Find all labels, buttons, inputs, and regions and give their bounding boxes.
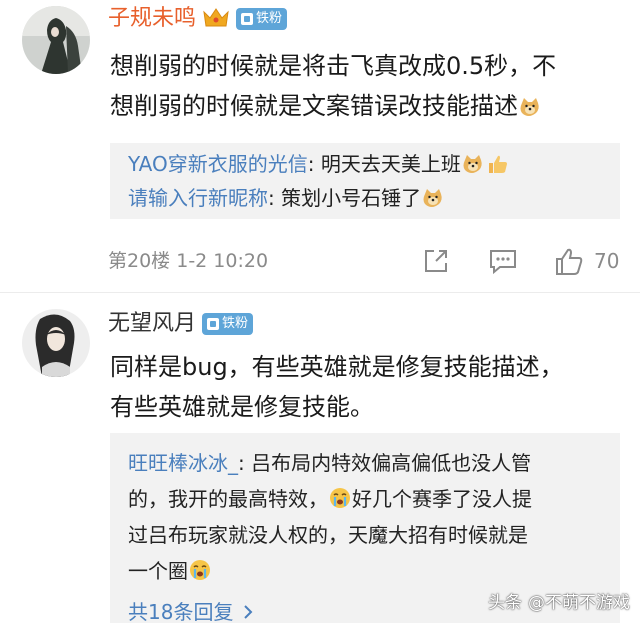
crying-emoji-icon — [329, 484, 351, 508]
reply-separator: : — [268, 186, 282, 210]
reply-username[interactable]: 旺旺棒冰冰_ — [128, 451, 238, 475]
comment-text: 想削弱的时候就是将击飞真改成0.5秒，不 想削弱的时候就是文案错误改技能描述 — [110, 46, 620, 126]
fan-badge-label: 铁粉 — [256, 11, 283, 26]
avatar[interactable] — [22, 309, 90, 377]
reply-text: 过吕布玩家就没人权的，天魔大招有时候就是 — [128, 523, 528, 547]
reply-text: 的，我开的最高特效， — [128, 487, 328, 511]
crying-emoji-icon — [189, 556, 211, 580]
watermark-source: 头条 — [488, 593, 522, 613]
thumbs-up-emoji-icon — [486, 150, 508, 173]
fan-badge-label: 铁粉 — [222, 316, 249, 331]
reply-button[interactable] — [488, 247, 518, 279]
more-replies-label: 共18条回复 — [128, 600, 234, 623]
comment-icon — [490, 250, 516, 275]
reply-text: 吕布局内特效偏高偏低也没人管 — [251, 451, 532, 475]
comment-text-line: 有些英雄就是修复技能。 — [110, 393, 374, 421]
fan-badge: 铁粉 — [202, 313, 254, 335]
comment-text: 同样是bug，有些英雄就是修复技能描述， 有些英雄就是修复技能。 — [110, 347, 620, 427]
comment-text-line: 同样是bug，有些英雄就是修复技能描述， — [110, 353, 564, 381]
like-count: 70 — [594, 249, 620, 273]
reply-text: 好几个赛季了没人提 — [352, 487, 532, 511]
doge-emoji-icon — [519, 89, 541, 116]
doge-emoji-icon — [422, 184, 444, 207]
like-button[interactable] — [554, 247, 584, 281]
floor-number: 第20楼 — [108, 250, 171, 272]
crown-icon — [202, 6, 230, 32]
comment-text-line: 想削弱的时候就是文案错误改技能描述 — [110, 86, 620, 126]
share-button[interactable] — [422, 247, 450, 279]
comment-footer: 第20楼 1-2 10:20 70 — [108, 244, 628, 278]
reply-text: 策划小号石锤了 — [281, 186, 422, 210]
avatar[interactable] — [22, 6, 90, 74]
reply[interactable]: 旺旺棒冰冰_: 吕布局内特效偏高偏低也没人管 的，我开的最高特效， 好几个赛季了没… — [110, 445, 620, 589]
thumbs-up-icon — [556, 248, 583, 275]
avatar-image — [22, 309, 90, 377]
divider — [0, 292, 640, 293]
watermark-author: @不萌不游戏 — [528, 593, 630, 613]
watermark: 头条 @不萌不游戏 — [488, 588, 630, 613]
floor-and-time: 第20楼 1-2 10:20 — [108, 244, 268, 278]
comment-text-segment: 想削弱的时候就是文案错误改技能描述 — [110, 92, 518, 120]
reply-separator: : — [307, 152, 321, 176]
username[interactable]: 无望风月 — [108, 310, 196, 338]
share-icon — [425, 250, 447, 272]
reply[interactable]: 请输入行新昵称: 策划小号石锤了 — [110, 181, 620, 215]
chevron-right-icon — [244, 605, 253, 619]
reply-separator: : — [238, 451, 252, 475]
reply-box: YAO穿新衣服的光信: 明天去天美上班 请输入行新昵称: 策划小号石锤了 — [110, 143, 620, 219]
fan-badge: 铁粉 — [236, 8, 288, 30]
reply-text: 明天去天美上班 — [320, 152, 461, 176]
comment-text-line: 想削弱的时候就是将击飞真改成0.5秒，不 — [110, 52, 557, 80]
reply[interactable]: YAO穿新衣服的光信: 明天去天美上班 — [110, 147, 620, 181]
avatar-image — [22, 6, 90, 74]
reply-username[interactable]: YAO穿新衣服的光信 — [128, 152, 308, 176]
reply-text: 一个圈 — [128, 559, 188, 583]
fan-badge-icon — [241, 13, 254, 25]
reply-username[interactable]: 请输入行新昵称 — [128, 186, 268, 210]
timestamp: 1-2 10:20 — [176, 250, 269, 272]
fan-badge-icon — [207, 318, 220, 330]
doge-emoji-icon — [462, 150, 484, 173]
username[interactable]: 子规未鸣 — [108, 5, 196, 33]
